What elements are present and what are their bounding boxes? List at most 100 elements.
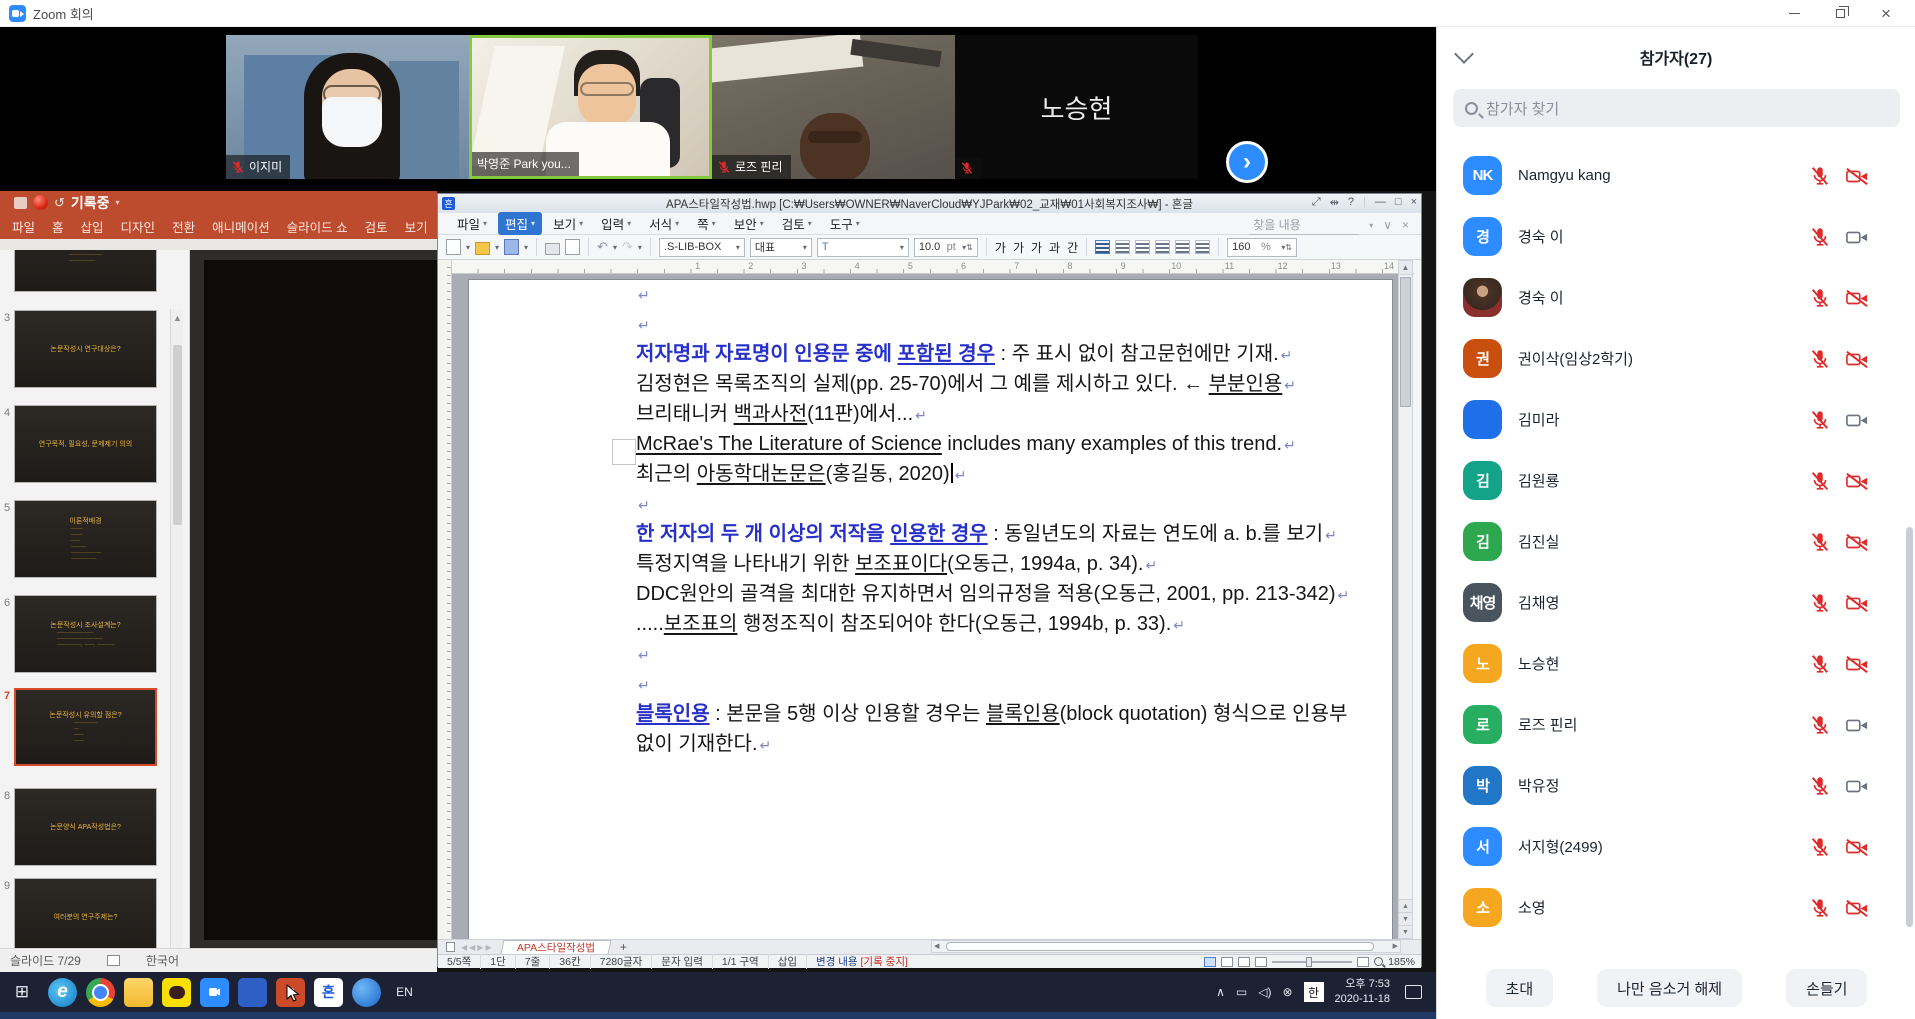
find-input[interactable]: 찾을 내용 (1249, 215, 1359, 235)
ribbon-tab[interactable]: 보기 (405, 217, 428, 236)
participant-row[interactable]: 경숙 이 (1437, 267, 1897, 328)
view-mode-icon-4[interactable] (1255, 957, 1267, 967)
align-distribute-icon[interactable] (1175, 240, 1190, 254)
horizontal-scrollbar[interactable]: ◀ ▶ (931, 940, 1401, 953)
close-find-icon[interactable]: × (1402, 218, 1409, 232)
vertical-scrollbar[interactable]: ▲ ▲▼▼ (1398, 260, 1413, 939)
scrollbar-thumb[interactable] (946, 942, 1374, 951)
redo-icon[interactable]: ↷ (622, 239, 633, 255)
scroll-up-icon[interactable]: ▲ (1399, 261, 1412, 275)
menu-item[interactable]: 서식▾ (642, 212, 686, 235)
fullscreen-icon[interactable]: ⤢ (1312, 196, 1321, 209)
taskbar-app-icon[interactable]: e (48, 978, 77, 1007)
participant-row[interactable]: 경 경숙 이 (1437, 206, 1897, 267)
slide-thumbnail[interactable]: 논문작성시 연구대상은? (14, 310, 157, 388)
ribbon-tab[interactable]: 슬라이드 쇼 (287, 217, 348, 236)
format-button[interactable]: 가 (995, 239, 1006, 256)
participant-row[interactable]: 노 노승현 (1437, 633, 1897, 694)
hidden-icons-chevron[interactable]: ∧ (1216, 985, 1225, 999)
taskbar-app-icon[interactable] (352, 978, 381, 1007)
menu-item[interactable]: 보안▾ (727, 212, 771, 235)
taskbar-app-icon[interactable]: EN (390, 978, 419, 1007)
style-combo[interactable]: .S-LIB-BOX▾ (659, 238, 745, 257)
bookmark-icon[interactable] (446, 942, 455, 952)
chevron-down-icon[interactable]: ▾ (116, 198, 120, 207)
add-tab-button[interactable]: + (620, 940, 627, 954)
ribbon-tab[interactable]: 검토 (365, 217, 388, 236)
scroll-up-icon[interactable]: ▲ (173, 313, 182, 323)
tab-nav-arrows[interactable]: ◀◀▶▶ (461, 943, 494, 952)
zoom-combo[interactable]: 160%▾⇅ (1227, 238, 1297, 257)
taskbar-app-icon[interactable] (238, 978, 267, 1007)
zoom-slider[interactable] (1272, 961, 1352, 963)
new-document-icon[interactable] (446, 239, 461, 255)
ribbon-tab[interactable]: 홈 (52, 217, 64, 236)
paragraph-style-combo[interactable]: 대표▾ (750, 238, 812, 257)
participant-row[interactable]: 김 김진실 (1437, 511, 1897, 572)
ribbon-tab[interactable]: 전환 (172, 217, 195, 236)
slide-thumbnail[interactable]: 논문작성시 유의할 점은? ──────────────────── (14, 688, 157, 766)
start-button[interactable]: ⊞ (0, 972, 44, 1012)
slide-thumbnail[interactable]: 논문양식 APA작성법은? (14, 788, 157, 866)
sync-tray-icon[interactable]: ⊗ (1282, 985, 1292, 999)
hwp-close-button[interactable]: × (1411, 196, 1417, 209)
footer-button[interactable]: 초대 (1486, 969, 1554, 1007)
menu-item[interactable]: 검토▾ (775, 212, 819, 235)
display-tray-icon[interactable]: ▭ (1236, 985, 1247, 999)
participant-row[interactable]: 소 소영 (1437, 877, 1897, 938)
taskbar-clock[interactable]: 오후 7:53 2020-11-18 (1335, 977, 1390, 1007)
preview-icon[interactable] (565, 239, 580, 255)
ribbon-tab[interactable]: 파일 (12, 217, 35, 236)
restore-button[interactable] (1817, 0, 1863, 27)
view-mode-icon-3[interactable] (1238, 957, 1250, 967)
notification-center-icon[interactable] (1405, 985, 1422, 999)
slide-thumbnail[interactable]: 연구목적, 필요성, 문제제기 의의 (14, 405, 157, 483)
participant-row[interactable]: NK Namgyu kang (1437, 145, 1897, 206)
chevron-down-icon[interactable]: ▾ (1369, 221, 1373, 230)
open-icon[interactable] (475, 242, 490, 255)
undo-icon[interactable]: ↶ (597, 239, 608, 255)
menu-item[interactable]: 파일▾ (450, 212, 494, 235)
footer-button[interactable]: 나만 음소거 해제 (1597, 969, 1742, 1007)
fit-page-icon[interactable] (1357, 957, 1369, 967)
format-button[interactable]: 가 (1013, 239, 1024, 256)
taskbar-app-icon[interactable] (124, 978, 153, 1007)
scroll-down-icon[interactable]: ▼ (1399, 925, 1412, 938)
video-tile-1[interactable]: 이지미 (226, 35, 469, 179)
taskbar-app-icon[interactable] (162, 978, 191, 1007)
ribbon-tab[interactable]: 디자인 (121, 217, 156, 236)
view-mode-icon-1[interactable] (1204, 957, 1216, 967)
scroll-right-icon[interactable]: ▶ (1393, 942, 1398, 952)
notes-icon[interactable] (107, 955, 120, 966)
scrollbar-thumb[interactable] (1400, 277, 1411, 407)
slide-thumbnail[interactable]: 논문작성시 주제선정에 어려운점은? ─────────────────────… (14, 250, 157, 292)
speaker-tray-icon[interactable]: ◁) (1258, 985, 1271, 999)
align-left-icon[interactable] (1115, 240, 1130, 254)
menu-item[interactable]: 도구▾ (823, 212, 867, 235)
font-size-combo[interactable]: 10.0pt▾⇅ (914, 238, 978, 257)
language-indicator[interactable]: 한국어 (146, 952, 179, 969)
slide-thumbnail[interactable]: 여러분의 연구주제는? (14, 878, 157, 948)
help-icon[interactable]: ? (1348, 196, 1354, 209)
participant-row[interactable]: 박 박유정 (1437, 755, 1897, 816)
format-button[interactable]: 과 (1049, 239, 1060, 256)
taskbar-app-icon[interactable]: 혼 (314, 978, 343, 1007)
zoom-slider-knob[interactable] (1306, 957, 1312, 967)
participant-search-box[interactable]: 참가자 찾기 (1453, 89, 1900, 127)
align-divide-icon[interactable] (1195, 240, 1210, 254)
print-icon[interactable] (545, 243, 560, 255)
next-videos-button[interactable]: › (1226, 141, 1268, 183)
participants-scrollbar[interactable] (1906, 527, 1913, 927)
scroll-left-icon[interactable]: ◀ (934, 942, 939, 952)
font-combo[interactable]: T▾ (817, 238, 909, 257)
thumbnail-scrollbar[interactable]: ▲ ▼ (170, 309, 183, 948)
participant-row[interactable]: 서 서지형(2499) (1437, 816, 1897, 877)
ime-korean-indicator[interactable]: 한 (1304, 982, 1324, 1002)
format-button[interactable]: 가 (1031, 239, 1042, 256)
view-mode-icon-2[interactable] (1221, 957, 1233, 967)
taskbar-app-icon[interactable] (200, 978, 229, 1007)
menu-item[interactable]: 입력▾ (594, 212, 638, 235)
video-tile-3[interactable]: 로즈 핀리 (712, 35, 955, 179)
video-tile-2-active-speaker[interactable]: 박영준 Park you... (469, 35, 712, 179)
minimize-button[interactable] (1771, 0, 1817, 27)
